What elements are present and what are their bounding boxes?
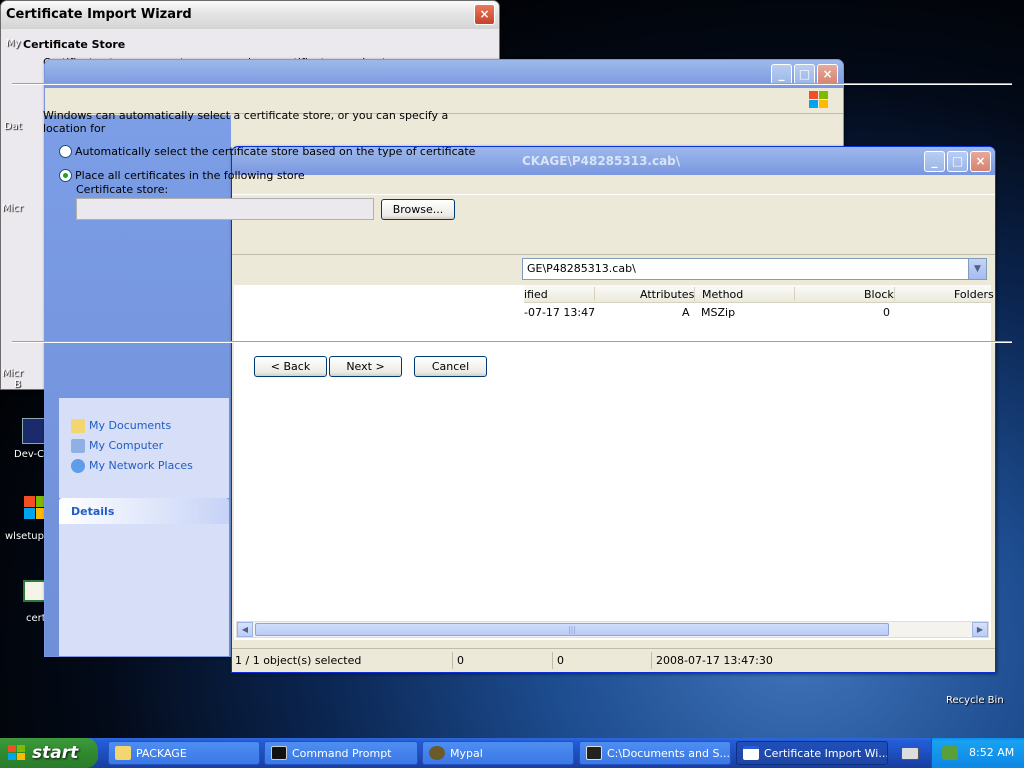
dev-cpp-desktop-icon[interactable] — [22, 418, 46, 444]
wizard-intro-text: Windows can automatically select a certi… — [43, 109, 449, 135]
column-block[interactable]: Block — [864, 288, 894, 301]
status-date: 2008-07-17 13:47:30 — [656, 654, 773, 667]
status-packed: 0 — [557, 654, 564, 667]
header-divider — [12, 83, 1012, 85]
other-places-box: My Documents My Computer My Network Plac… — [59, 398, 229, 498]
table-row[interactable]: -07-17 13:47 A MSZip 0 — [524, 303, 991, 321]
taskbar-item-certificate-wizard[interactable]: Certificate Import Wi... — [736, 741, 888, 765]
radio-button[interactable] — [59, 145, 72, 158]
desktop-icon-label: wlsetup — [5, 531, 44, 542]
cab-window-title: CKAGE\P48285313.cab\ — [522, 154, 681, 168]
column-method[interactable]: Method — [702, 288, 743, 301]
back-button[interactable]: < Back — [254, 356, 327, 377]
desktop-icon-label: Dev-C — [14, 449, 45, 460]
windows-flag-icon — [8, 745, 26, 761]
link-my-documents[interactable]: My Documents — [89, 419, 171, 432]
taskbar-item-mypal[interactable]: Mypal — [422, 741, 574, 765]
network-icon — [71, 459, 85, 473]
archive-icon — [586, 746, 602, 760]
desktop-icon-label: My — [6, 38, 21, 49]
column-attributes[interactable]: Attributes — [640, 288, 694, 301]
footer-divider — [12, 341, 1012, 343]
cell-modified: -07-17 13:47 — [524, 306, 596, 319]
file-list[interactable]: ified Attributes Method Block Folders -0… — [234, 285, 994, 640]
maximize-button[interactable]: □ — [794, 64, 815, 85]
wizard-titlebar[interactable]: Certificate Import Wizard × — [1, 1, 499, 29]
scroll-thumb[interactable]: ||| — [255, 623, 889, 636]
link-my-network-places[interactable]: My Network Places — [89, 459, 193, 472]
minimize-button[interactable]: _ — [771, 64, 792, 85]
cell-attributes: A — [682, 306, 690, 319]
task-pane: My Documents My Computer My Network Plac… — [45, 115, 231, 656]
window-icon — [743, 746, 759, 760]
browse-button[interactable]: Browse... — [381, 199, 455, 220]
wizard-title: Certificate Import Wizard — [6, 7, 192, 22]
clock[interactable]: 8:52 AM — [969, 746, 1014, 759]
status-selected: 1 / 1 object(s) selected — [235, 654, 362, 667]
network-icon[interactable] — [942, 746, 958, 760]
taskbar-item-label: PACKAGE — [136, 747, 187, 760]
column-modified[interactable]: ified — [524, 288, 548, 301]
radio-button-selected[interactable] — [59, 169, 72, 182]
details-header[interactable]: Details — [59, 498, 229, 524]
certificate-store-field — [76, 198, 374, 220]
folder-icon — [115, 746, 131, 760]
cab-viewer-window[interactable]: CKAGE\P48285313.cab\ _ □ × GE\P48285313.… — [231, 146, 996, 673]
radio-auto-label[interactable]: Automatically select the certificate sto… — [75, 145, 475, 158]
desktop-icon-label: Micr — [2, 368, 24, 379]
details-body — [59, 524, 229, 656]
cell-block: 0 — [883, 306, 890, 319]
console-icon — [271, 746, 287, 760]
desktop-icon-label: Micr — [2, 203, 24, 214]
minimize-button[interactable]: _ — [924, 151, 945, 172]
address-path: GE\P48285313.cab\ — [527, 262, 636, 275]
taskbar: start PACKAGE Command Prompt Mypal C:\Do… — [0, 738, 1024, 768]
address-bar[interactable]: GE\P48285313.cab\ ▼ — [522, 258, 987, 280]
desktop-icon-label: Dat — [4, 121, 22, 132]
taskbar-item-label: C:\Documents and S... — [607, 747, 730, 760]
horizontal-scrollbar[interactable]: ◀ ||| ▶ — [236, 621, 989, 638]
taskbar-item-label: Mypal — [450, 747, 483, 760]
wizard-header-title: Certificate Store — [23, 38, 126, 51]
maximize-button[interactable]: □ — [947, 151, 968, 172]
cell-method: MSZip — [701, 306, 736, 319]
next-button[interactable]: Next > — [329, 356, 402, 377]
scroll-right-arrow[interactable]: ▶ — [972, 622, 988, 637]
wizard-body: Windows can automatically select a certi… — [43, 109, 483, 182]
column-folders[interactable]: Folders — [954, 288, 994, 301]
computer-icon — [71, 439, 85, 453]
radio-auto-select-store[interactable]: Automatically select the certificate sto… — [59, 145, 483, 158]
radio-place-label[interactable]: Place all certificates in the following … — [75, 169, 305, 182]
taskbar-item-cab-viewer[interactable]: C:\Documents and S... — [579, 741, 731, 765]
mypal-icon — [429, 746, 445, 760]
close-button[interactable]: × — [817, 64, 838, 85]
details-title: Details — [71, 505, 115, 518]
certificate-store-label: Certificate store: — [76, 183, 169, 196]
scroll-left-arrow[interactable]: ◀ — [237, 622, 253, 637]
system-tray: 8:52 AM — [931, 738, 1024, 768]
status-bar: 1 / 1 object(s) selected 0 0 2008-07-17 … — [232, 648, 995, 672]
column-header-row: ified Attributes Method Block Folders — [524, 285, 994, 303]
cancel-button[interactable]: Cancel — [414, 356, 487, 377]
start-button[interactable]: start — [0, 738, 98, 768]
folder-icon — [71, 419, 85, 433]
desktop-icon-label: cert — [26, 613, 46, 624]
recycle-bin-label: Recycle Bin — [946, 695, 1004, 706]
keyboard-icon[interactable] — [901, 747, 919, 760]
taskbar-item-label: Certificate Import Wi... — [764, 747, 888, 760]
taskbar-item-label: Command Prompt — [292, 747, 392, 760]
taskbar-item-package[interactable]: PACKAGE — [108, 741, 260, 765]
chevron-down-icon[interactable]: ▼ — [968, 259, 986, 279]
radio-place-in-store[interactable]: Place all certificates in the following … — [59, 169, 483, 182]
desktop-icon-label: B — [14, 379, 21, 390]
close-button[interactable]: × — [970, 151, 991, 172]
windows-logo-icon — [809, 91, 829, 109]
start-label: start — [32, 743, 79, 763]
close-button[interactable]: × — [474, 4, 495, 25]
link-my-computer[interactable]: My Computer — [89, 439, 163, 452]
taskbar-item-command-prompt[interactable]: Command Prompt — [264, 741, 418, 765]
status-size: 0 — [457, 654, 464, 667]
